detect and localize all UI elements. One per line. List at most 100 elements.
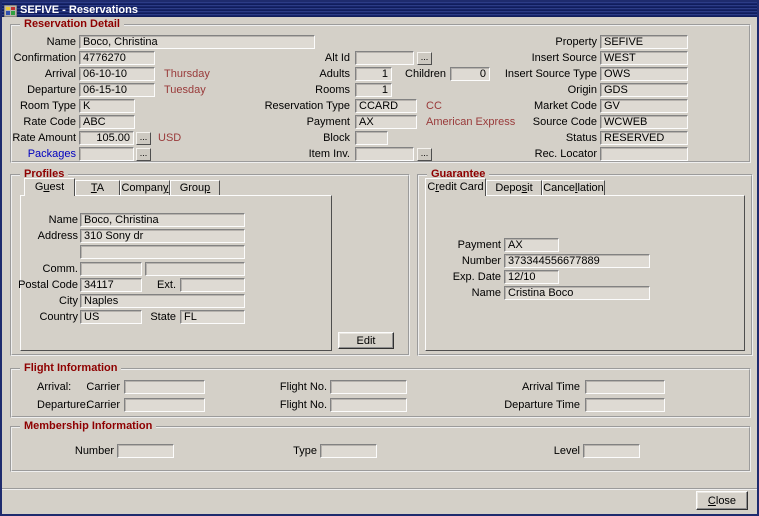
postal-code-field[interactable]: 34117 [80,278,142,292]
profile-name-label: Name [6,213,78,227]
rec-locator-field[interactable] [600,147,688,161]
status-field[interactable]: RESERVED [600,131,688,145]
tab-company[interactable]: Company [120,180,170,195]
departure-label: Departure [4,83,76,97]
state-label: State [148,310,176,324]
membership-level-label: Level [518,444,580,458]
arrival-date-field[interactable]: 06-10-10 [79,67,155,81]
comm-label: Comm. [6,262,78,276]
rate-code-label: Rate Code [4,115,76,129]
departure-day-note: Tuesday [164,83,206,97]
tab-guest[interactable]: Guest [24,178,75,196]
alt-id-field[interactable] [355,51,414,65]
insert-source-type-label: Insert Source Type [497,67,597,81]
comm-field-2[interactable] [145,262,245,276]
item-inv-label: Item Inv. [247,147,350,161]
alt-id-ellipsis-button[interactable]: ... [417,52,432,65]
city-label: City [6,294,78,308]
property-label: Property [497,35,597,49]
state-field[interactable]: FL [180,310,245,324]
payment-field[interactable]: AX [355,115,417,129]
arrival-label: Arrival [4,67,76,81]
membership-number-label: Number [42,444,114,458]
membership-type-field[interactable] [320,444,377,458]
room-type-field[interactable]: K [79,99,135,113]
profile-name-field[interactable]: Boco, Christina [80,213,245,227]
cc-name-field[interactable]: Cristina Boco [504,286,650,300]
footer-bar [2,488,757,514]
address-label: Address [6,229,78,243]
exp-date-field[interactable]: 12/10 [504,270,559,284]
membership-type-label: Type [255,444,317,458]
reservation-type-note: CC [426,99,442,113]
cc-payment-field[interactable]: AX [504,238,559,252]
rate-amount-ellipsis-button[interactable]: ... [136,132,151,145]
market-code-field[interactable]: GV [600,99,688,113]
tab-ta[interactable]: TA [75,180,120,195]
country-label: Country [6,310,78,324]
departure-flight-no-label: Flight No. [252,398,327,412]
property-field[interactable]: SEFIVE [600,35,688,49]
country-field[interactable]: US [80,310,142,324]
membership-number-field[interactable] [117,444,174,458]
source-code-label: Source Code [497,115,597,129]
arrival-time-field[interactable] [585,380,665,394]
rooms-field[interactable]: 1 [355,83,392,97]
insert-source-type-field[interactable]: OWS [600,67,688,81]
comm-field-1[interactable] [80,262,142,276]
rate-amount-field[interactable]: 105.00 [79,131,134,145]
block-label: Block [247,131,350,145]
reservation-type-field[interactable]: CCARD [355,99,417,113]
item-inv-ellipsis-button[interactable]: ... [417,148,432,161]
ext-field[interactable] [180,278,245,292]
edit-button[interactable]: Edit [338,332,394,349]
item-inv-field[interactable] [355,147,414,161]
address-field-1[interactable]: 310 Sony dr [80,229,245,243]
exp-date-label: Exp. Date [420,270,501,284]
reservations-window: SEFIVE - Reservations Reservation Detail… [0,0,759,516]
membership-information-title: Membership Information [20,420,156,433]
block-field[interactable] [355,131,388,145]
arrival-carrier-field[interactable] [124,380,205,394]
cc-number-label: Number [420,254,501,268]
departure-carrier-label: Carrier [64,398,120,412]
name-field[interactable]: Boco, Christina [79,35,315,49]
app-icon [4,4,17,16]
departure-carrier-field[interactable] [124,398,205,412]
arrival-flight-no-field[interactable] [330,380,407,394]
adults-field[interactable]: 1 [355,67,392,81]
ext-label: Ext. [148,278,176,292]
payment-label: Payment [247,115,350,129]
tab-credit-card[interactable]: Credit Card [425,178,486,196]
title-bar: SEFIVE - Reservations [2,2,757,17]
tab-deposit[interactable]: Deposit [486,180,542,195]
departure-time-field[interactable] [585,398,665,412]
arrival-day-note: Thursday [164,67,210,81]
arrival-time-label: Arrival Time [482,380,580,394]
name-label: Name [4,35,76,49]
room-type-label: Room Type [4,99,76,113]
city-field[interactable]: Naples [80,294,245,308]
rooms-label: Rooms [247,83,350,97]
address-field-2[interactable] [80,245,245,259]
rate-code-field[interactable]: ABC [79,115,135,129]
membership-level-field[interactable] [583,444,640,458]
confirmation-field[interactable]: 4776270 [79,51,155,65]
departure-flight-no-field[interactable] [330,398,407,412]
close-button[interactable]: Close [696,491,748,510]
origin-field[interactable]: GDS [600,83,688,97]
packages-link[interactable]: Packages [4,147,76,161]
tab-group[interactable]: Group [170,180,220,195]
source-code-field[interactable]: WCWEB [600,115,688,129]
insert-source-field[interactable]: WEST [600,51,688,65]
cc-number-field[interactable]: 373344556677889 [504,254,650,268]
cc-payment-label: Payment [420,238,501,252]
children-field[interactable]: 0 [450,67,490,81]
packages-field[interactable] [79,147,134,161]
confirmation-label: Confirmation [4,51,76,65]
postal-code-label: Postal Code [6,278,78,292]
packages-ellipsis-button[interactable]: ... [136,148,151,161]
departure-date-field[interactable]: 06-15-10 [79,83,155,97]
market-code-label: Market Code [497,99,597,113]
tab-cancellation[interactable]: Cancellation [542,180,605,195]
